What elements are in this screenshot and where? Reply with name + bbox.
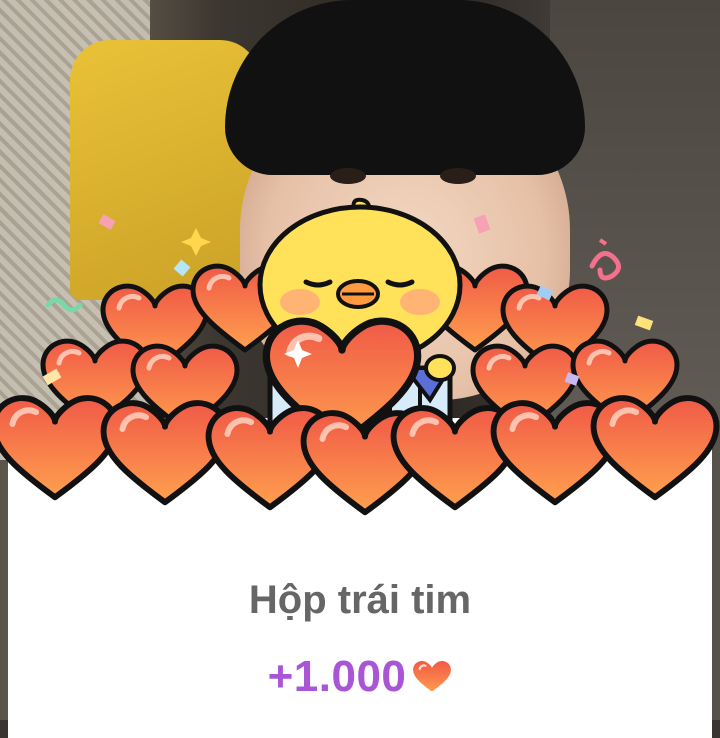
heart-decoration — [594, 398, 717, 497]
background-eye — [330, 168, 366, 184]
background-hair — [225, 0, 585, 175]
heart-box-illustration — [0, 197, 720, 530]
heart-decoration — [104, 403, 227, 502]
reward-amount-row: +1.000 — [0, 652, 720, 702]
background-eye — [440, 168, 476, 184]
reward-amount: +1.000 — [267, 652, 407, 701]
heart-decoration — [0, 398, 116, 497]
reward-title: Hộp trái tim — [248, 578, 472, 622]
heart-icon — [413, 661, 452, 692]
